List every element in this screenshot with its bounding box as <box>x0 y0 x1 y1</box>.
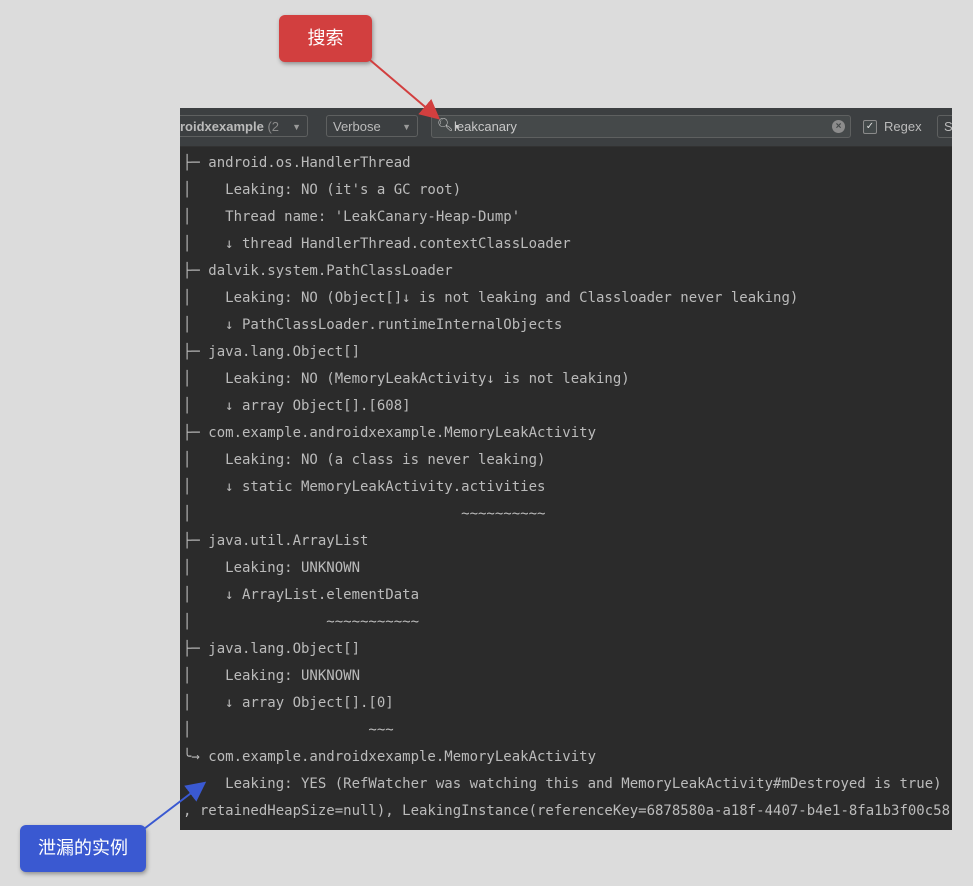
process-name: roidxexample <box>180 119 264 134</box>
chevron-down-icon: ▼ <box>402 122 411 132</box>
log-line: │ ↓ static MemoryLeakActivity.activities <box>183 479 546 495</box>
log-line: ╰→ com.example.androidxexample.MemoryLea… <box>183 749 597 765</box>
chevron-down-icon: ▼ <box>292 122 301 132</box>
process-suffix: (2 <box>267 119 280 134</box>
log-line: │ Leaking: NO (a class is never leaking) <box>183 452 546 468</box>
log-line: │ Leaking: NO (it's a GC root) <box>183 182 462 198</box>
log-output[interactable]: ├─ android.os.HandlerThread │ Leaking: NO… <box>183 150 950 825</box>
process-select[interactable]: roidxexample (2 ▼ <box>180 115 308 137</box>
log-line: ├─ com.example.androidxexample.MemoryLea… <box>183 425 597 441</box>
log-level-value: Verbose <box>333 119 381 134</box>
log-line: , retainedHeapSize=null), LeakingInstanc… <box>183 803 951 819</box>
log-line: │ ↓ array Object[].[0] <box>183 695 394 711</box>
log-line: │ ↓ PathClassLoader.runtimeInternalObjec… <box>183 317 563 333</box>
logcat-panel: roidxexample (2 ▼ Verbose ▼ 🔍︎▼ × ✓ Rege… <box>180 108 952 830</box>
log-line: ├─ java.util.ArrayList <box>183 533 369 549</box>
log-line: │ ↓ array Object[].[608] <box>183 398 411 414</box>
log-line: │ ~~~~~~~~~~ <box>183 506 546 522</box>
log-line: │ Leaking: UNKNOWN <box>183 560 361 576</box>
regex-label: Regex <box>884 119 922 134</box>
log-line: ├─ java.lang.Object[] <box>183 641 361 657</box>
log-level-select[interactable]: Verbose ▼ <box>326 115 418 137</box>
log-line: │ Leaking: UNKNOWN <box>183 668 361 684</box>
search-callout: 搜索 <box>279 15 372 62</box>
log-line: ├─ dalvik.system.PathClassLoader <box>183 263 453 279</box>
clear-search-icon[interactable]: × <box>832 120 845 133</box>
log-line: │ ↓ ArrayList.elementData <box>183 587 420 603</box>
log-line: ├─ android.os.HandlerThread <box>183 155 411 171</box>
log-line: Leaking: YES (RefWatcher was watching th… <box>183 776 942 792</box>
regex-checkbox[interactable]: ✓ Regex <box>863 119 922 134</box>
log-line: ├─ java.lang.Object[] <box>183 344 361 360</box>
leaked-instance-callout: 泄漏的实例 <box>20 825 146 872</box>
log-line: │ Leaking: NO (MemoryLeakActivity↓ is no… <box>183 371 630 387</box>
filter-config-select[interactable]: S <box>937 115 952 138</box>
filter-config-label: S <box>944 119 952 134</box>
log-line: │ ~~~~~~~~~~~ <box>183 614 420 630</box>
logcat-toolbar: roidxexample (2 ▼ Verbose ▼ 🔍︎▼ × ✓ Rege… <box>180 108 952 147</box>
search-input[interactable] <box>454 118 824 135</box>
log-line: │ ↓ thread HandlerThread.contextClassLoa… <box>183 236 571 252</box>
checkbox-checked-icon[interactable]: ✓ <box>863 119 877 134</box>
log-line: │ Thread name: 'LeakCanary-Heap-Dump' <box>183 209 521 225</box>
search-box[interactable]: 🔍︎▼ × <box>431 115 851 138</box>
log-line: │ ~~~ <box>183 722 394 738</box>
log-line: │ Leaking: NO (Object[]↓ is not leaking … <box>183 290 799 306</box>
